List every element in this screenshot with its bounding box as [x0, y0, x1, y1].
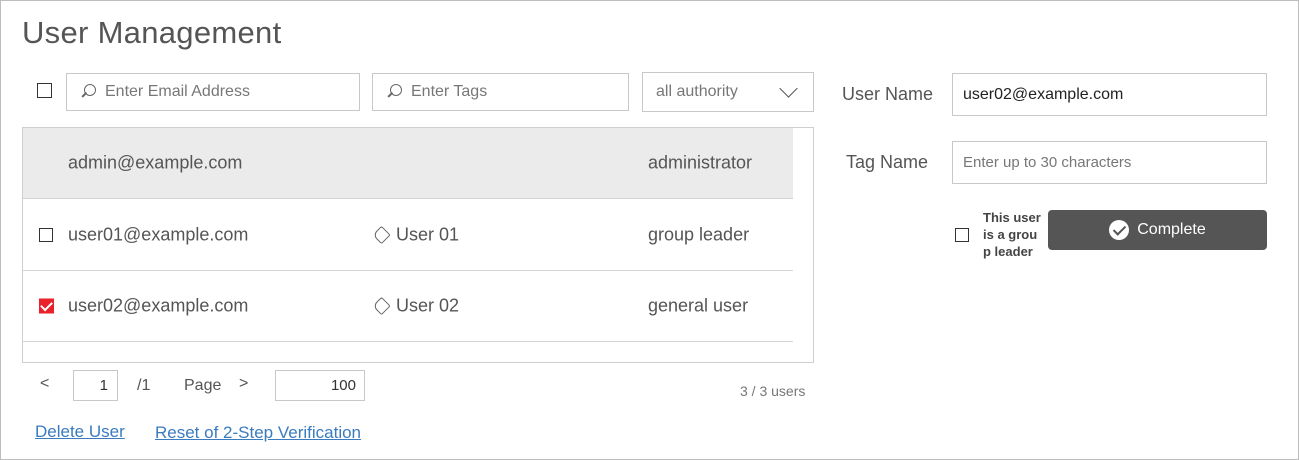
complete-button[interactable]: Complete	[1048, 210, 1267, 250]
user-count: 3 / 3 users	[740, 383, 806, 399]
email-search-input[interactable]: Enter Email Address	[66, 73, 360, 111]
complete-button-label: Complete	[1137, 221, 1206, 238]
per-page-value: 100	[330, 377, 356, 394]
row-role: group leader	[648, 224, 750, 244]
tag-name-field[interactable]: Enter up to 30 characters	[952, 141, 1267, 184]
row-tag: User 01	[396, 224, 460, 244]
row-email: admin@example.com	[68, 152, 243, 173]
table-row[interactable]: admin@example.com administrator	[23, 128, 795, 199]
tags-search-placeholder: Enter Tags	[411, 83, 488, 100]
per-page-select[interactable]: 100	[275, 370, 365, 401]
user-name-label: User Name	[842, 84, 934, 104]
row-role: general user	[648, 295, 749, 316]
email-search-placeholder: Enter Email Address	[105, 83, 250, 100]
page-number-value: 1	[99, 377, 108, 394]
total-pages: /1	[137, 377, 151, 394]
group-leader-checkbox[interactable]	[955, 228, 969, 242]
table-row[interactable]: user01@example.com User 01 group leader	[23, 199, 795, 271]
user-name-value: user02@example.com	[963, 85, 1124, 103]
table-scrollbar[interactable]	[793, 128, 813, 362]
user-table: admin@example.com administrator user01@e…	[22, 127, 814, 363]
next-page-button[interactable]: >	[239, 375, 248, 393]
row-checkbox-checked[interactable]	[39, 298, 54, 314]
delete-user-link[interactable]: Delete User	[35, 422, 125, 442]
reset-2step-link[interactable]: Reset of 2-Step Verification	[155, 423, 361, 443]
check-circle-icon	[1109, 220, 1130, 240]
row-email: user01@example.com	[68, 224, 249, 244]
row-checkbox[interactable]	[39, 227, 53, 242]
tag-name-placeholder: Enter up to 30 characters	[963, 154, 1132, 171]
authority-select-value: all authority	[656, 83, 738, 100]
search-icon	[81, 84, 97, 100]
tag-name-label: Tag Name	[846, 152, 929, 172]
row-tag: User 02	[396, 295, 460, 316]
tag-icon	[372, 225, 391, 244]
search-icon	[387, 84, 403, 100]
group-leader-label-line: p leader	[983, 244, 1033, 259]
row-email: user02@example.com	[68, 295, 249, 316]
select-all-checkbox[interactable]	[37, 83, 52, 98]
tag-icon	[372, 296, 391, 316]
app-frame: User Management Enter Email Address Ente…	[0, 0, 1299, 460]
table-row[interactable]: user02@example.com User 02 general user	[23, 271, 795, 342]
chevron-down-icon	[779, 79, 798, 98]
page-label: Page	[184, 377, 222, 394]
tags-search-input[interactable]: Enter Tags	[372, 73, 629, 111]
authority-select[interactable]: all authority	[642, 72, 814, 112]
page-number-input[interactable]: 1	[73, 370, 118, 401]
group-leader-label-line: is a grou	[983, 227, 1038, 242]
row-role: administrator	[648, 152, 753, 173]
prev-page-button[interactable]: <	[40, 375, 49, 393]
group-leader-label: This user is a grou p leader	[983, 209, 1045, 260]
user-name-field[interactable]: user02@example.com	[952, 73, 1267, 116]
page-title: User Management	[22, 15, 282, 50]
group-leader-label-line: This user	[983, 210, 1041, 225]
